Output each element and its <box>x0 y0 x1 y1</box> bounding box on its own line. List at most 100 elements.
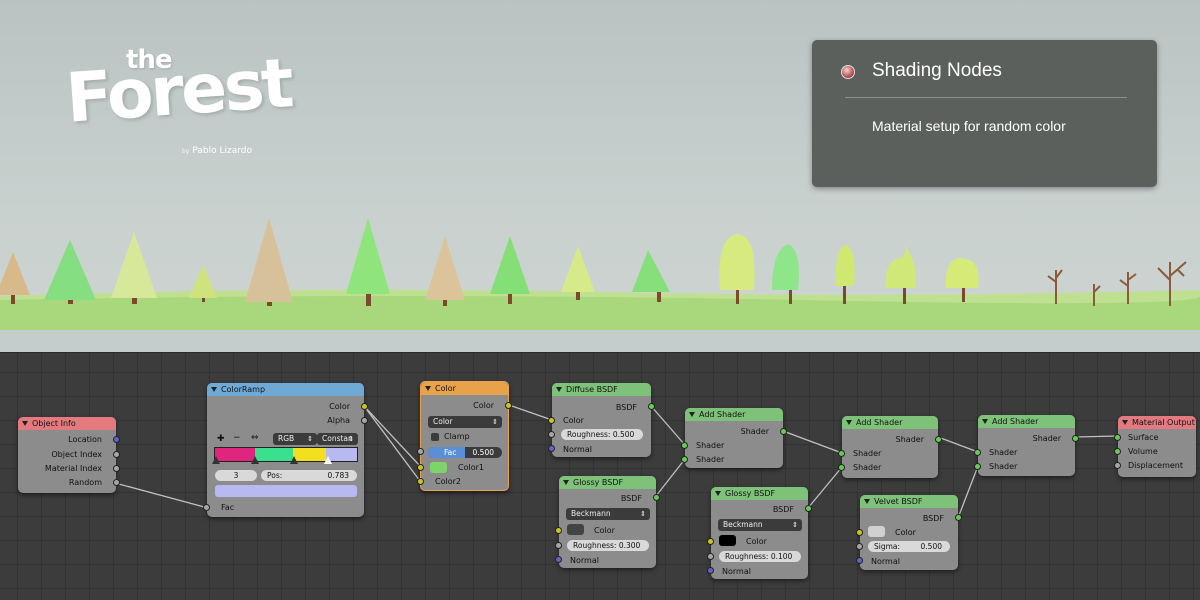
tree-02 <box>44 240 96 304</box>
socket-glossy2-bsdf[interactable] <box>805 505 812 512</box>
color-ramp-node[interactable]: ColorRamp Color Alpha ✚ − ⇔ RGB Constan … <box>203 383 368 517</box>
socket-mix-output[interactable] <box>505 402 512 409</box>
socket-random[interactable] <box>113 479 120 486</box>
socket-velvet-color[interactable] <box>856 529 863 536</box>
glossy2-header[interactable]: Glossy BSDF <box>711 487 808 500</box>
remove-stop-icon[interactable]: − <box>233 433 241 443</box>
socket-surface[interactable] <box>1114 434 1121 441</box>
socket-glossy1-normal[interactable] <box>555 556 562 563</box>
glossy1-color-swatch[interactable] <box>567 524 584 535</box>
velvet-bsdf-node[interactable]: Velvet BSDF BSDF Color Sigma: 0.500 Norm… <box>856 495 962 570</box>
color-ramp-header[interactable]: ColorRamp <box>207 383 364 396</box>
socket-glossy1-bsdf[interactable] <box>653 494 660 501</box>
socket-color1[interactable] <box>417 464 424 471</box>
socket-add3-input-2[interactable] <box>974 463 981 470</box>
material-output-header[interactable]: Material Output <box>1118 416 1196 429</box>
glossy-bsdf-node-2[interactable]: Glossy BSDF BSDF Beckmann Color Roughnes… <box>707 487 812 579</box>
material-output-node[interactable]: Material Output Surface Volume Displacem… <box>1114 416 1196 477</box>
socket-glossy2-normal[interactable] <box>707 567 714 574</box>
socket-diffuse-bsdf[interactable] <box>648 403 655 410</box>
socket-location[interactable] <box>113 436 120 443</box>
add-shader-node-1[interactable]: Add Shader Shader Shader Shader <box>681 408 787 468</box>
color-ramp-bar[interactable] <box>214 447 358 462</box>
socket-object-index[interactable] <box>113 451 120 458</box>
render-preview: the Forest by Pablo Lizardo Shading Nodes… <box>0 0 1200 352</box>
flip-ramp-icon[interactable]: ⇔ <box>251 433 259 443</box>
fac-slider[interactable]: Fac 0.500 <box>428 447 502 458</box>
tree-05 <box>245 218 293 306</box>
input-shader-1: Shader <box>853 449 882 458</box>
ramp-stop-3[interactable] <box>290 456 298 464</box>
socket-fac[interactable] <box>417 448 424 455</box>
diffuse-header[interactable]: Diffuse BSDF <box>552 383 651 396</box>
socket-diffuse-color[interactable] <box>548 417 555 424</box>
info-panel-divider <box>845 97 1127 98</box>
stop-index-field[interactable]: 3 <box>215 470 257 481</box>
socket-color2[interactable] <box>417 478 424 485</box>
input-normal: Normal <box>871 557 900 566</box>
socket-displacement[interactable] <box>1114 462 1121 469</box>
socket-add3-input-1[interactable] <box>974 449 981 456</box>
add-shader-node-2[interactable]: Add Shader Shader Shader Shader <box>838 416 942 478</box>
glossy1-header[interactable]: Glossy BSDF <box>559 476 656 489</box>
input-fac: Fac <box>221 503 235 512</box>
output-shader: Shader <box>740 427 769 436</box>
glossy2-color-swatch[interactable] <box>719 535 736 546</box>
roughness-field[interactable]: Roughness: 0.300 <box>567 540 649 551</box>
socket-add1-input-2[interactable] <box>681 456 688 463</box>
ramp-segment-2 <box>254 448 294 461</box>
material-ball-icon <box>841 65 855 79</box>
add-shader2-header[interactable]: Add Shader <box>842 416 938 429</box>
mix-color-node[interactable]: Color Color Color Clamp Fac 0.500 Color1… <box>417 381 512 491</box>
stop-color-swatch[interactable] <box>215 485 357 497</box>
socket-ramp-color[interactable] <box>361 403 368 410</box>
tree-06 <box>346 218 390 306</box>
glossy-bsdf-node-1[interactable]: Glossy BSDF BSDF Beckmann Color Roughnes… <box>555 476 660 568</box>
socket-volume[interactable] <box>1114 448 1121 455</box>
add-shader1-header[interactable]: Add Shader <box>685 408 783 421</box>
socket-velvet-sigma[interactable] <box>856 543 863 550</box>
object-info-node[interactable]: Object Info Location Object Index Materi… <box>18 417 120 493</box>
tree-03 <box>111 232 157 304</box>
socket-add3-output[interactable] <box>1072 435 1079 442</box>
socket-velvet-normal[interactable] <box>856 557 863 564</box>
socket-material-index[interactable] <box>113 465 120 472</box>
socket-glossy1-roughness[interactable] <box>555 542 562 549</box>
socket-add2-output[interactable] <box>935 436 942 443</box>
socket-glossy1-color[interactable] <box>555 527 562 534</box>
distribution-select[interactable]: Beckmann <box>566 508 650 520</box>
socket-add1-input-1[interactable] <box>681 442 688 449</box>
socket-ramp-fac[interactable] <box>203 504 210 511</box>
fac-slider-value: 0.500 <box>472 448 494 457</box>
ramp-stop-4[interactable] <box>324 456 332 464</box>
socket-add1-output[interactable] <box>780 428 787 435</box>
ramp-stop-1[interactable] <box>212 456 220 464</box>
socket-diffuse-normal[interactable] <box>548 445 555 452</box>
add-stop-icon[interactable]: ✚ <box>217 434 225 444</box>
ramp-interpolation-select[interactable]: Constan <box>317 433 358 445</box>
clamp-checkbox[interactable] <box>431 433 439 441</box>
socket-glossy2-roughness[interactable] <box>707 553 714 560</box>
sigma-field[interactable]: Sigma: 0.500 <box>868 541 950 552</box>
ramp-stop-2[interactable] <box>251 456 259 464</box>
velvet-color-swatch[interactable] <box>868 526 885 537</box>
socket-diffuse-roughness[interactable] <box>548 431 555 438</box>
blend-mode-select[interactable]: Color <box>428 416 502 428</box>
ramp-mode-select[interactable]: RGB <box>273 433 317 445</box>
add-shader-node-3[interactable]: Add Shader Shader Shader Shader <box>974 415 1079 476</box>
roughness-field[interactable]: Roughness: 0.500 <box>561 429 643 440</box>
color1-swatch[interactable] <box>430 462 447 473</box>
add-shader3-header[interactable]: Add Shader <box>978 415 1075 428</box>
socket-glossy2-color[interactable] <box>707 538 714 545</box>
socket-ramp-alpha[interactable] <box>361 417 368 424</box>
distribution-select[interactable]: Beckmann <box>718 519 802 531</box>
velvet-header[interactable]: Velvet BSDF <box>860 495 958 508</box>
object-info-header[interactable]: Object Info <box>18 417 116 430</box>
socket-velvet-bsdf[interactable] <box>955 514 962 521</box>
socket-add2-input-1[interactable] <box>838 450 845 457</box>
mix-color-header[interactable]: Color <box>421 382 508 395</box>
stop-position-field[interactable]: Pos: 0.783 <box>261 470 357 481</box>
roughness-field[interactable]: Roughness: 0.100 <box>719 551 801 562</box>
socket-add2-input-2[interactable] <box>838 464 845 471</box>
diffuse-bsdf-node[interactable]: Diffuse BSDF BSDF Color Roughness: 0.500… <box>548 383 655 457</box>
